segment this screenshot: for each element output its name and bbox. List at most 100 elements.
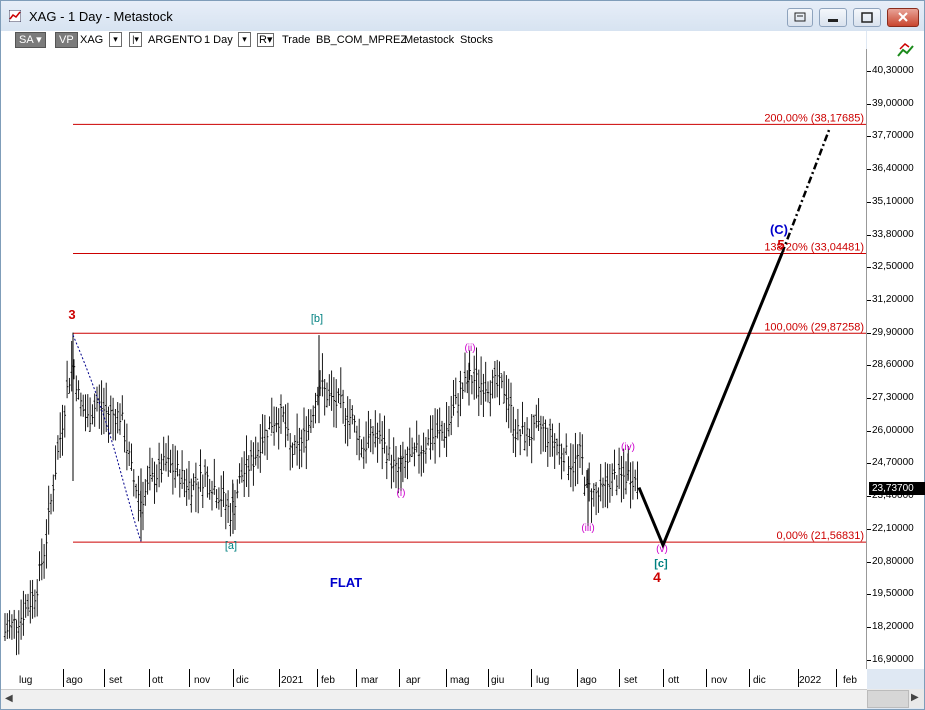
- symbol-dropdown[interactable]: ▾: [109, 32, 122, 47]
- price-tick-mark: [867, 299, 871, 301]
- scrollbar-end[interactable]: ▶: [867, 689, 924, 708]
- time-separator: [446, 669, 447, 687]
- price-tick-label: 27,30000: [872, 392, 914, 403]
- wave-label: [b]: [311, 313, 323, 325]
- time-separator: [663, 669, 664, 687]
- layout-icon: [794, 12, 806, 22]
- price-tick-mark: [867, 201, 871, 203]
- time-tick-label: set: [624, 675, 638, 686]
- time-tick-label: lug: [536, 675, 550, 686]
- time-tick-label: apr: [406, 675, 421, 686]
- time-tick-label: giu: [491, 675, 505, 686]
- time-tick-label: 2021: [281, 675, 304, 686]
- chart-tools-icon[interactable]: [897, 41, 919, 59]
- time-tick-label: ago: [66, 675, 83, 686]
- sa-label: SA: [19, 34, 34, 46]
- scroll-left-icon[interactable]: ◀: [5, 693, 14, 705]
- time-separator: [104, 669, 105, 687]
- price-tick-label: 20,80000: [872, 555, 914, 567]
- symbol-label: XAG: [80, 34, 104, 46]
- time-separator: [233, 669, 234, 687]
- price-tick-label: 24,70000: [872, 457, 914, 469]
- time-tick-label: dic: [753, 675, 766, 686]
- price-tick-label: 35,10000: [872, 195, 914, 207]
- wave-label: 4: [653, 569, 661, 585]
- price-tick-label: 18,20000: [872, 620, 914, 632]
- interval-dropdown[interactable]: |▾: [129, 32, 142, 47]
- price-tick-mark: [867, 234, 871, 236]
- time-tick-label: ago: [580, 675, 597, 686]
- wave-extension-line: [780, 129, 831, 254]
- r-label: R: [259, 34, 267, 46]
- price-tick-label: 29,90000: [872, 326, 914, 338]
- price-tick-label: 26,00000: [872, 424, 914, 436]
- metastock-label: Metastock: [404, 34, 455, 46]
- price-tick-mark: [867, 430, 871, 432]
- price-tick-label: 33,80000: [872, 228, 914, 240]
- close-button[interactable]: [887, 8, 919, 27]
- chart-app-icon: [9, 10, 21, 22]
- vp-button[interactable]: VP: [55, 32, 78, 48]
- time-separator: [317, 669, 318, 687]
- wave-label: 3: [68, 307, 75, 322]
- r-dropdown[interactable]: R▾: [257, 33, 275, 47]
- minimize-button[interactable]: [819, 8, 847, 27]
- flat-wave-dotted-line: [72, 334, 142, 542]
- minimize-icon: [828, 19, 838, 22]
- price-tick-label: 31,20000: [872, 293, 914, 305]
- instrument-label: ARGENTO: [148, 34, 203, 46]
- sa-button[interactable]: SA ▾: [15, 32, 46, 48]
- wave-label: (iv): [621, 442, 635, 453]
- price-tick-mark: [867, 332, 871, 334]
- wave-label: 5: [777, 237, 784, 252]
- price-tick-label: 39,00000: [872, 97, 914, 109]
- price-axis[interactable]: 40,30000 39,00000 37,70000 36,40000 35,10000…: [867, 31, 925, 669]
- price-tick-mark: [867, 496, 871, 498]
- time-separator: [749, 669, 750, 687]
- price-tick-mark: [867, 365, 871, 367]
- stocks-label: Stocks: [460, 34, 494, 46]
- time-separator: [279, 669, 280, 687]
- time-separator: [798, 669, 799, 687]
- price-tick-mark: [867, 267, 871, 269]
- time-separator: [189, 669, 190, 687]
- period-label: 1 Day: [204, 34, 233, 46]
- price-tick-label: 22,10000: [872, 522, 914, 534]
- wave-label: FLAT: [330, 575, 362, 590]
- title-bar[interactable]: XAG - 1 Day - Metastock: [1, 1, 924, 31]
- wave-label: (iii): [581, 523, 594, 534]
- horizontal-scrollbar[interactable]: ◀: [1, 689, 867, 709]
- price-tick-label: 19,50000: [872, 588, 914, 600]
- restore-layout-button[interactable]: [787, 8, 813, 27]
- price-tick-label: 40,30000: [872, 65, 914, 76]
- time-separator: [836, 669, 837, 687]
- chart-window: XAG - 1 Day - Metastock SA ▾ VP XAG ▾ |▾…: [0, 0, 925, 710]
- close-icon: [898, 12, 908, 22]
- price-tick-mark: [867, 398, 871, 399]
- last-price-tag: 23,73700: [869, 481, 925, 495]
- price-chart-area[interactable]: 200,00% (38,17685) 138,20% (33,04481) 100,…: [1, 49, 867, 669]
- time-tick-label: nov: [194, 675, 211, 686]
- time-tick-label: mag: [450, 675, 470, 686]
- scroll-right-icon[interactable]: ▶: [911, 692, 919, 703]
- period-dropdown[interactable]: ▾: [238, 32, 251, 47]
- price-tick-mark: [867, 561, 871, 563]
- time-tick-label: ott: [668, 675, 680, 686]
- fib-level-label: 100,00% (29,87258): [764, 321, 864, 333]
- trade-label: Trade: [282, 34, 311, 46]
- wave-label: (ii): [464, 343, 475, 354]
- fib-level-label: 0,00% (21,56831): [777, 530, 864, 542]
- price-tick-label: 36,40000: [872, 163, 914, 175]
- scroll-thumb[interactable]: [867, 690, 909, 708]
- time-tick-label: dic: [236, 675, 249, 686]
- time-separator: [706, 669, 707, 687]
- maximize-button[interactable]: [853, 8, 881, 27]
- time-separator: [577, 669, 578, 687]
- price-chart[interactable]: 200,00% (38,17685)138,20% (33,04481)100,…: [1, 49, 866, 669]
- fib-level-label: 200,00% (38,17685): [764, 112, 864, 124]
- time-tick-label: 2022: [799, 675, 822, 686]
- price-tick-label: 16,90000: [872, 653, 914, 665]
- source-label: BB_COM_MPREZ: [316, 34, 408, 46]
- time-axis[interactable]: lug ago set ott nov dic 2021 feb mar apr mag giu lug…: [1, 669, 867, 709]
- wave-label: (i): [397, 488, 406, 499]
